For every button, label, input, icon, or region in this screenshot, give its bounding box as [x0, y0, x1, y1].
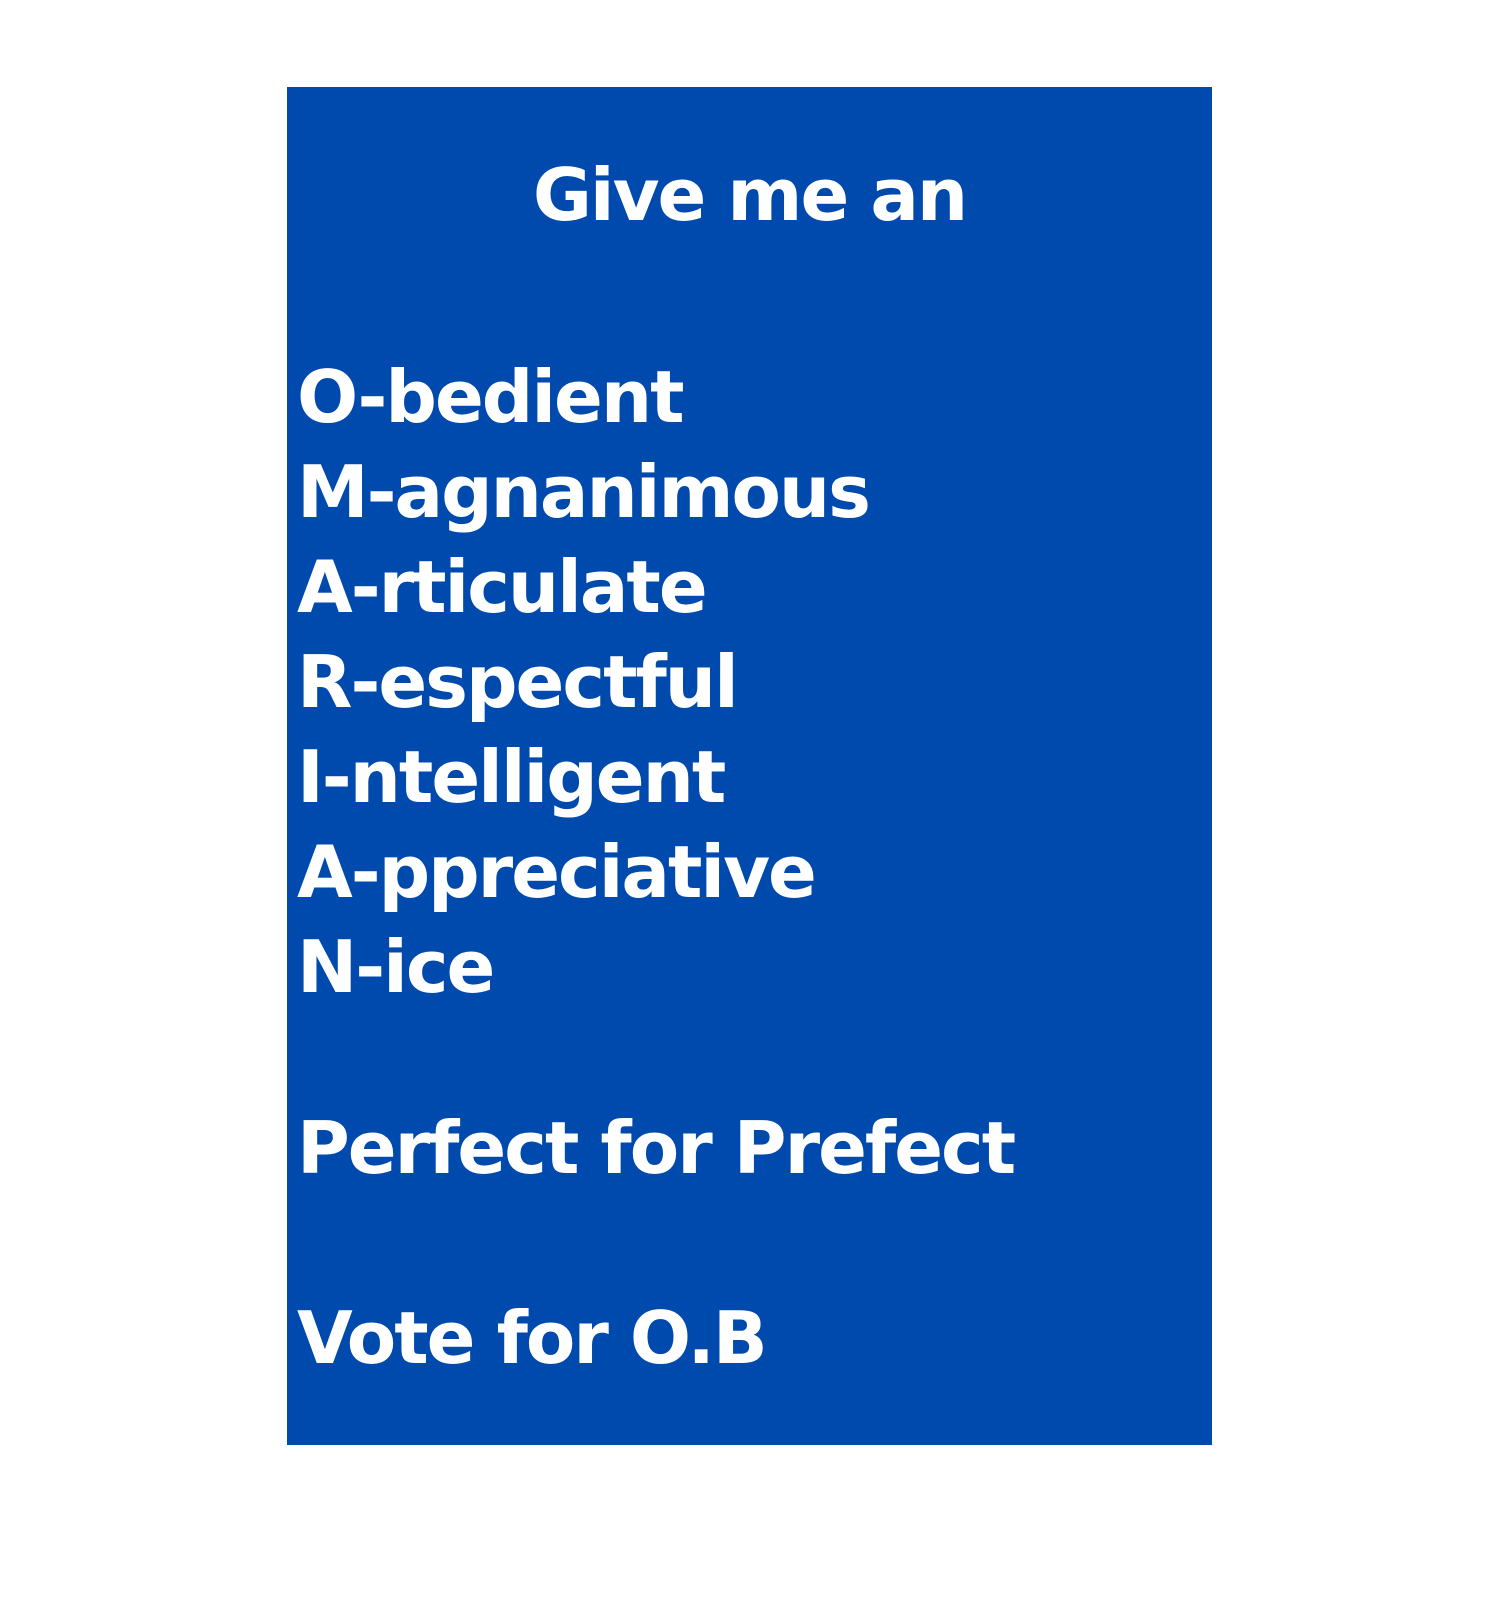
acrostic-list: O-bedient M-agnanimous A-rticulate R-esp…: [297, 350, 871, 1015]
acrostic-line: R-espectful: [297, 640, 739, 724]
poster-heading: Give me an: [532, 153, 968, 237]
campaign-poster: Give me an O-bedient M-agnanimous A-rtic…: [287, 87, 1212, 1445]
acrostic-line: I-ntelligent: [297, 735, 726, 819]
acrostic-line: M-agnanimous: [297, 450, 871, 534]
acrostic-line: O-bedient: [297, 355, 685, 439]
acrostic-line: A-rticulate: [297, 545, 708, 629]
acrostic-line: A-ppreciative: [297, 830, 817, 914]
poster-tagline: Perfect for Prefect: [297, 1106, 1016, 1190]
vote-call-to-action: Vote for O.B: [297, 1296, 768, 1380]
acrostic-line: N-ice: [297, 925, 495, 1009]
